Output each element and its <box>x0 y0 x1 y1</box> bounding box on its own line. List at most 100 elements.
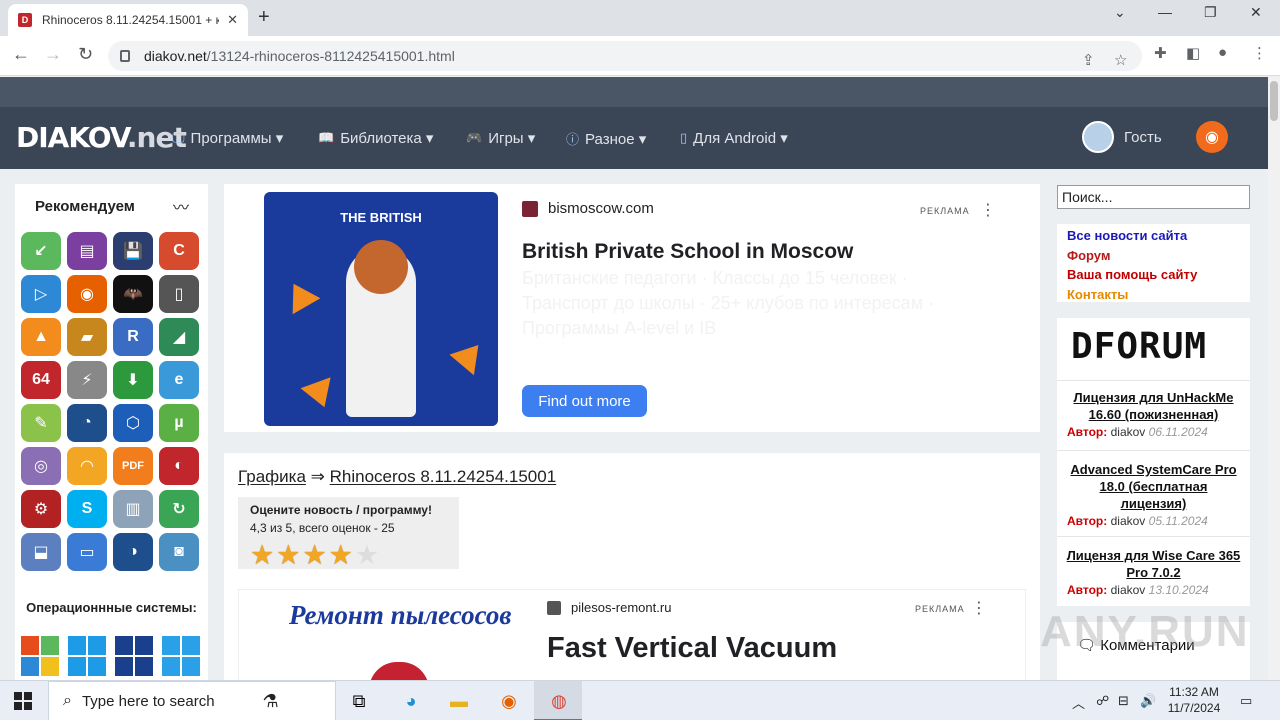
pdf-icon[interactable]: PDF <box>113 447 153 485</box>
share-icon[interactable]: ⇪ <box>1082 51 1095 69</box>
site-search-input[interactable] <box>1057 185 1250 209</box>
taskbar-search[interactable]: ⌕ Type here to search ⚗ <box>48 681 336 720</box>
ad-source[interactable]: bismoscow.com <box>522 200 654 217</box>
star-filled-icon[interactable]: ★ <box>329 541 353 569</box>
ad-options-icon[interactable]: ⋮ <box>971 598 987 618</box>
cube-icon[interactable]: ⬡ <box>113 404 153 442</box>
star-empty-icon[interactable]: ★ <box>355 541 379 569</box>
category-link[interactable]: Графика <box>238 467 306 486</box>
menu-programs[interactable]: 🖵 Программы ▾ <box>172 129 283 147</box>
windows-8-icon[interactable] <box>68 636 108 676</box>
browser-tab[interactable]: D Rhinoceros 8.11.24254.15001 + к ✕ <box>8 4 248 36</box>
partition-icon[interactable]: ◐ <box>159 447 199 485</box>
firefox-icon[interactable]: ◉ <box>67 275 107 313</box>
batman-icon[interactable]: 🦇 <box>113 275 153 313</box>
utorrent-icon[interactable]: µ <box>159 404 199 442</box>
link-forum[interactable]: Форум <box>1067 246 1240 266</box>
winrar-icon[interactable]: ▤ <box>67 232 107 270</box>
link-contacts[interactable]: Контакты <box>1067 285 1240 305</box>
ad-banner-vacuum[interactable]: Ремонт пылесосов pilesos-remont.ru РЕКЛА… <box>238 589 1026 680</box>
ad-banner-school[interactable]: THE BRITISH bismoscow.com РЕКЛАМА ⋮ Brit… <box>224 184 1040 432</box>
network-icon[interactable]: ⊟ <box>1118 693 1129 709</box>
menu-android[interactable]: ▯ Для Android ▾ <box>680 129 788 147</box>
flash-icon[interactable]: ⚡ <box>67 361 107 399</box>
ad-headline[interactable]: Fast Vertical Vacuum <box>547 632 837 665</box>
terminal-icon[interactable]: ▯ <box>159 275 199 313</box>
guest-login[interactable]: Гость <box>1082 121 1162 153</box>
ie-icon[interactable]: e <box>159 361 199 399</box>
aida64-icon[interactable]: 64 <box>21 361 61 399</box>
site-logo[interactable]: DIAKOV.net <box>16 121 187 154</box>
rss-icon[interactable]: ◉ <box>1196 121 1228 153</box>
eye-icon[interactable]: ◔ <box>67 404 107 442</box>
task-view-icon[interactable]: ⧉ <box>346 689 372 713</box>
forum-post-title[interactable]: Лицензия для UnHackMe 16.60 (пожизненная… <box>1057 389 1250 423</box>
chrome-icon[interactable]: ◍ <box>546 689 572 713</box>
link-donate[interactable]: Ваша помощь сайту <box>1067 265 1240 285</box>
disc-icon[interactable]: ◎ <box>21 447 61 485</box>
player-icon[interactable]: ▷ <box>21 275 61 313</box>
aimp-icon[interactable]: ▲ <box>21 318 61 356</box>
tray-app-icon[interactable]: ☍ <box>1096 693 1109 709</box>
backup-icon[interactable]: ◑ <box>113 533 153 571</box>
volume-icon[interactable]: 🔊 <box>1140 693 1156 709</box>
windows-10-icon[interactable] <box>162 636 202 676</box>
firefox-icon[interactable]: ◉ <box>496 689 522 713</box>
forum-post-title[interactable]: Лицензя для Wise Care 365 Pro 7.0.2 <box>1057 547 1250 581</box>
revo-icon[interactable]: R <box>113 318 153 356</box>
speedo-icon[interactable]: ◠ <box>67 447 107 485</box>
profile-icon[interactable]: ● <box>1218 44 1227 61</box>
totalcmd-icon[interactable]: ▰ <box>67 318 107 356</box>
extensions-icon[interactable]: ✚ <box>1154 44 1167 62</box>
scrollbar-thumb[interactable] <box>1270 81 1278 121</box>
ccleaner-icon[interactable]: C <box>159 232 199 270</box>
star-filled-icon[interactable]: ★ <box>302 541 326 569</box>
file-explorer-icon[interactable]: ▬ <box>446 689 472 713</box>
ad-source[interactable]: pilesos-remont.ru <box>547 600 671 615</box>
side-panel-icon[interactable]: ◧ <box>1186 44 1200 62</box>
tray-chevron-icon[interactable]: ︿ <box>1072 693 1085 712</box>
start-button[interactable] <box>14 692 32 710</box>
idm-icon[interactable]: ⬇ <box>113 361 153 399</box>
find-out-more-button[interactable]: Find out more <box>522 385 647 417</box>
hdd-icon[interactable]: ◙ <box>159 533 199 571</box>
menu-kebab-icon[interactable]: ⋮ <box>1252 44 1267 62</box>
forum-post-title[interactable]: Advanced SystemCare Pro 18.0 (бесплатная… <box>1057 461 1250 512</box>
menu-misc[interactable]: ⓘ Разное ▾ <box>566 129 646 148</box>
skype-icon[interactable]: S <box>67 490 107 528</box>
tab-search-icon[interactable]: ⌄ <box>1114 4 1126 21</box>
windows-7-icon[interactable] <box>115 636 155 676</box>
greenshot-icon[interactable]: ✎ <box>21 404 61 442</box>
back-arrow-icon[interactable]: ← <box>12 44 30 65</box>
reload-icon[interactable]: ↻ <box>78 44 93 65</box>
page-scrollbar[interactable] <box>1268 77 1280 680</box>
tab-close-icon[interactable]: ✕ <box>227 12 238 28</box>
updater-icon[interactable]: ↻ <box>159 490 199 528</box>
forum-logo[interactable]: DFORUM <box>1071 326 1207 367</box>
url-bar[interactable]: diakov.net /13124-rhinoceros-81124254150… <box>108 41 1142 71</box>
close-window-button[interactable]: ✕ <box>1250 4 1262 21</box>
system-clock[interactable]: 11:32 AM 11/7/2024 <box>1166 684 1222 716</box>
maximize-button[interactable]: ❐ <box>1204 4 1217 21</box>
monitor-icon[interactable]: ▭ <box>67 533 107 571</box>
link-all-news[interactable]: Все новости сайта <box>1067 226 1240 246</box>
new-tab-button[interactable]: + <box>258 6 270 29</box>
windows-xp-icon[interactable] <box>21 636 61 676</box>
ad-options-icon[interactable]: ⋮ <box>980 200 996 220</box>
ad-headline[interactable]: British Private School in Moscow <box>522 240 853 264</box>
article-title-link[interactable]: Rhinoceros 8.11.24254.15001 <box>330 467 557 486</box>
bookmark-star-icon[interactable]: ☆ <box>1114 51 1127 69</box>
star-filled-icon[interactable]: ★ <box>276 541 300 569</box>
star-filled-icon[interactable]: ★ <box>250 541 274 569</box>
menu-library[interactable]: 📖 Библиотека ▾ <box>318 129 433 147</box>
floppy-icon[interactable]: 💾 <box>113 232 153 270</box>
notifications-icon[interactable]: ▭ <box>1240 693 1252 709</box>
menu-games[interactable]: 🎮 Игры ▾ <box>466 129 535 147</box>
chart-icon[interactable]: ◢ <box>159 318 199 356</box>
forward-arrow-icon[interactable]: → <box>44 44 62 65</box>
download-icon[interactable]: ↙ <box>21 232 61 270</box>
edge-icon[interactable]: ◕ <box>398 689 424 713</box>
minimize-button[interactable]: — <box>1158 4 1172 20</box>
iobit-icon[interactable]: ⚙ <box>21 490 61 528</box>
scan-icon[interactable]: ⬓ <box>21 533 61 571</box>
